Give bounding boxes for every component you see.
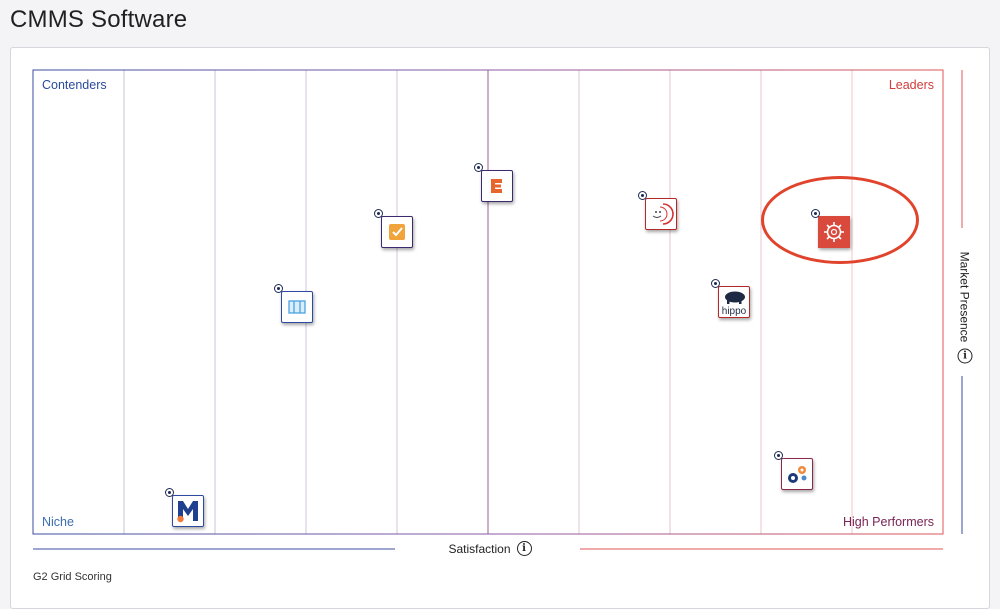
quadrant-contenders-label: Contenders xyxy=(42,78,107,92)
quadrant-niche-label: Niche xyxy=(42,515,74,529)
info-icon[interactable]: i xyxy=(957,348,973,364)
pin-icon xyxy=(164,487,174,497)
gears-logo xyxy=(784,461,810,487)
pin-icon xyxy=(774,450,784,460)
pin-icon xyxy=(710,279,720,288)
pin-icon xyxy=(474,163,484,172)
orange-e-logo xyxy=(484,173,511,199)
red-face-logo xyxy=(647,200,675,228)
grid-scoring-link[interactable]: G2 Grid Scoring xyxy=(33,571,112,583)
svg-text:hippo: hippo xyxy=(721,306,746,317)
product-marker[interactable] xyxy=(474,163,514,202)
g2-grid-chart xyxy=(32,69,963,550)
pin-icon xyxy=(374,209,383,219)
product-marker[interactable] xyxy=(774,450,814,490)
blue-m-logo xyxy=(173,496,203,526)
quadrant-leaders-label: Leaders xyxy=(888,78,934,92)
orange-check-logo xyxy=(386,221,408,243)
x-axis-label-text: Satisfaction xyxy=(448,541,511,556)
quadrant-high-performers-label: High Performers xyxy=(843,515,934,529)
pin-icon xyxy=(637,190,647,200)
pin-icon xyxy=(273,283,283,293)
product-marker[interactable] xyxy=(374,209,413,249)
product-marker[interactable] xyxy=(164,487,204,527)
y-axis-label: Market Presence i xyxy=(957,242,973,373)
info-icon[interactable]: i xyxy=(516,541,532,556)
hippo-logo: hippo xyxy=(718,286,750,318)
highlight-circle xyxy=(761,176,919,264)
product-marker[interactable] xyxy=(273,283,313,323)
blue-map-logo xyxy=(286,296,308,318)
y-axis-label-text: Market Presence xyxy=(958,251,972,343)
product-marker[interactable]: hippo xyxy=(710,279,750,318)
x-axis-label: Satisfaction i xyxy=(400,541,580,556)
product-marker[interactable] xyxy=(637,190,677,230)
